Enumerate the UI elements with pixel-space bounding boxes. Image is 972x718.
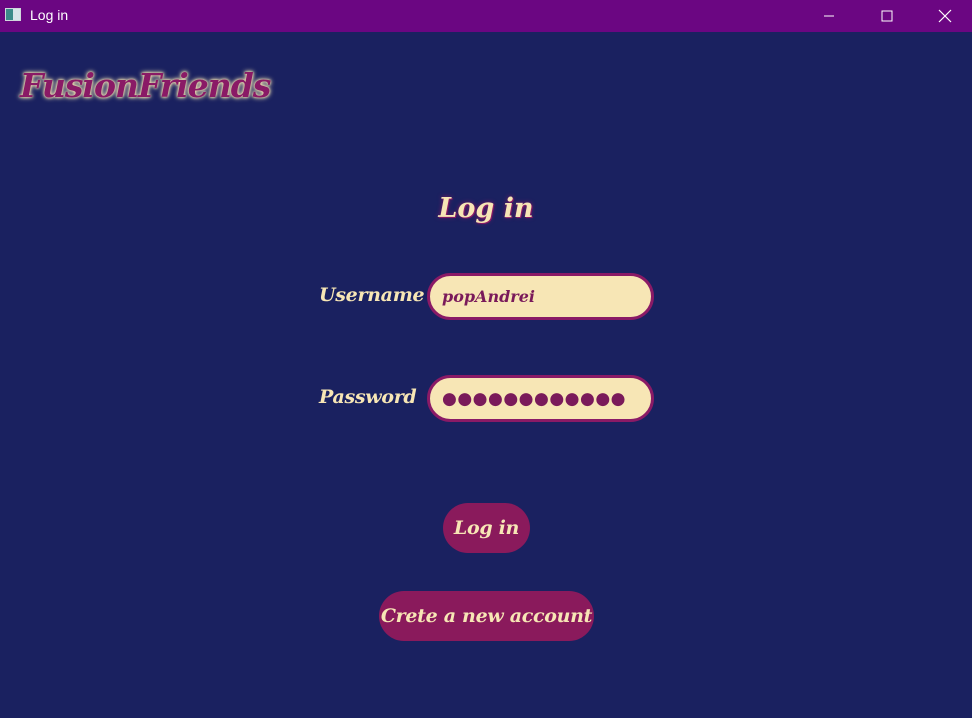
- username-value: popAndrei: [442, 287, 535, 306]
- window-titlebar: Log in: [0, 0, 972, 32]
- minimize-button[interactable]: [800, 0, 858, 32]
- minimize-icon: [824, 15, 834, 17]
- password-field[interactable]: ●●●●●●●●●●●●: [427, 375, 654, 422]
- login-button[interactable]: Log in: [443, 503, 530, 553]
- create-account-button[interactable]: Crete a new account: [379, 591, 594, 641]
- maximize-button[interactable]: [858, 0, 916, 32]
- window-title: Log in: [30, 7, 69, 23]
- page-title: Log in: [438, 193, 534, 224]
- close-icon: [938, 9, 951, 23]
- password-label: Password: [319, 386, 417, 408]
- password-value: ●●●●●●●●●●●●: [442, 388, 627, 409]
- username-field[interactable]: popAndrei: [427, 273, 654, 320]
- username-label: Username: [319, 284, 425, 306]
- app-window-icon: [5, 8, 21, 21]
- app-logo: FusionFriends: [20, 66, 271, 105]
- close-button[interactable]: [917, 0, 972, 32]
- maximize-icon: [881, 10, 893, 22]
